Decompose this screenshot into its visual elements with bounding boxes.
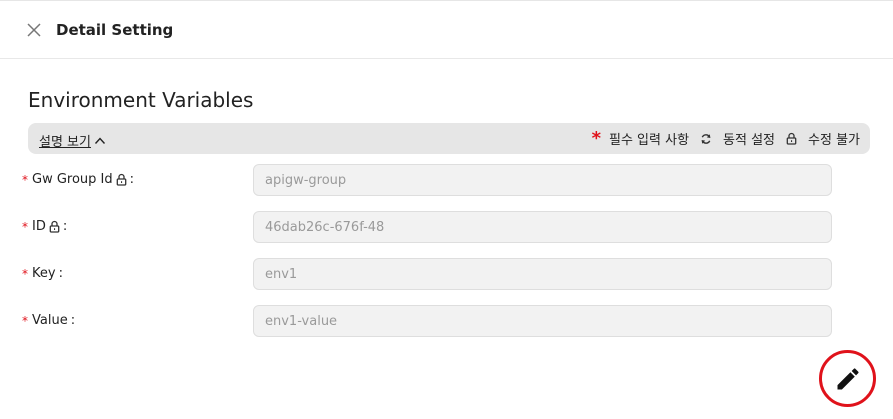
field-label-key: * Key :: [22, 266, 63, 281]
chevron-up-icon: [94, 136, 106, 144]
field-label-text: Value: [32, 313, 68, 328]
refresh-icon: [700, 133, 712, 145]
close-button[interactable]: [24, 20, 44, 40]
required-star-icon: *: [591, 127, 601, 149]
required-star-icon: *: [22, 313, 28, 328]
gw-group-id-field[interactable]: [253, 164, 832, 196]
field-label-colon: :: [70, 313, 76, 328]
pencil-icon: [837, 367, 859, 389]
detail-setting-panel: Detail Setting Environment Variables 설명 …: [0, 0, 893, 419]
lock-icon: [786, 132, 797, 145]
required-star-icon: *: [22, 219, 28, 234]
panel-header: Detail Setting: [0, 1, 893, 59]
field-label-colon: :: [62, 219, 68, 234]
field-label-id: * ID :: [22, 219, 67, 234]
section-title: Environment Variables: [28, 88, 254, 112]
field-label-colon: :: [129, 172, 135, 187]
id-field[interactable]: [253, 211, 832, 243]
required-star-icon: *: [22, 172, 28, 187]
field-label-text: ID: [32, 219, 46, 234]
toggle-description-button[interactable]: 설명 보기: [39, 131, 106, 150]
dynamic-legend-label: 동적 설정: [723, 133, 776, 148]
required-star-icon: *: [22, 266, 28, 281]
page-title: Detail Setting: [56, 21, 174, 39]
form-row-id: * ID :: [0, 211, 893, 243]
field-label-text: Gw Group Id: [32, 172, 113, 187]
locked-legend-label: 수정 불가: [808, 133, 860, 148]
edit-button[interactable]: [819, 350, 876, 407]
legend-items: * 필수 입력 사항 동적 설정 수정 불가: [592, 129, 860, 148]
value-field[interactable]: [253, 305, 832, 337]
toggle-description-label: 설명 보기: [39, 135, 91, 150]
field-label-text: Key: [32, 266, 56, 281]
field-label-gw-group-id: * Gw Group Id :: [22, 172, 134, 187]
key-field[interactable]: [253, 258, 832, 290]
form-row-gw-group-id: * Gw Group Id :: [0, 164, 893, 196]
lock-icon: [116, 173, 127, 186]
form-row-key: * Key :: [0, 258, 893, 290]
field-label-colon: :: [58, 266, 63, 281]
form-row-value: * Value :: [0, 305, 893, 337]
close-icon: [27, 23, 41, 37]
lock-icon: [49, 220, 60, 233]
required-legend-label: 필수 입력 사항: [609, 133, 690, 148]
legend-bar: 설명 보기 * 필수 입력 사항 동적 설정 수정 불가: [28, 123, 870, 154]
field-label-value: * Value :: [22, 313, 75, 328]
